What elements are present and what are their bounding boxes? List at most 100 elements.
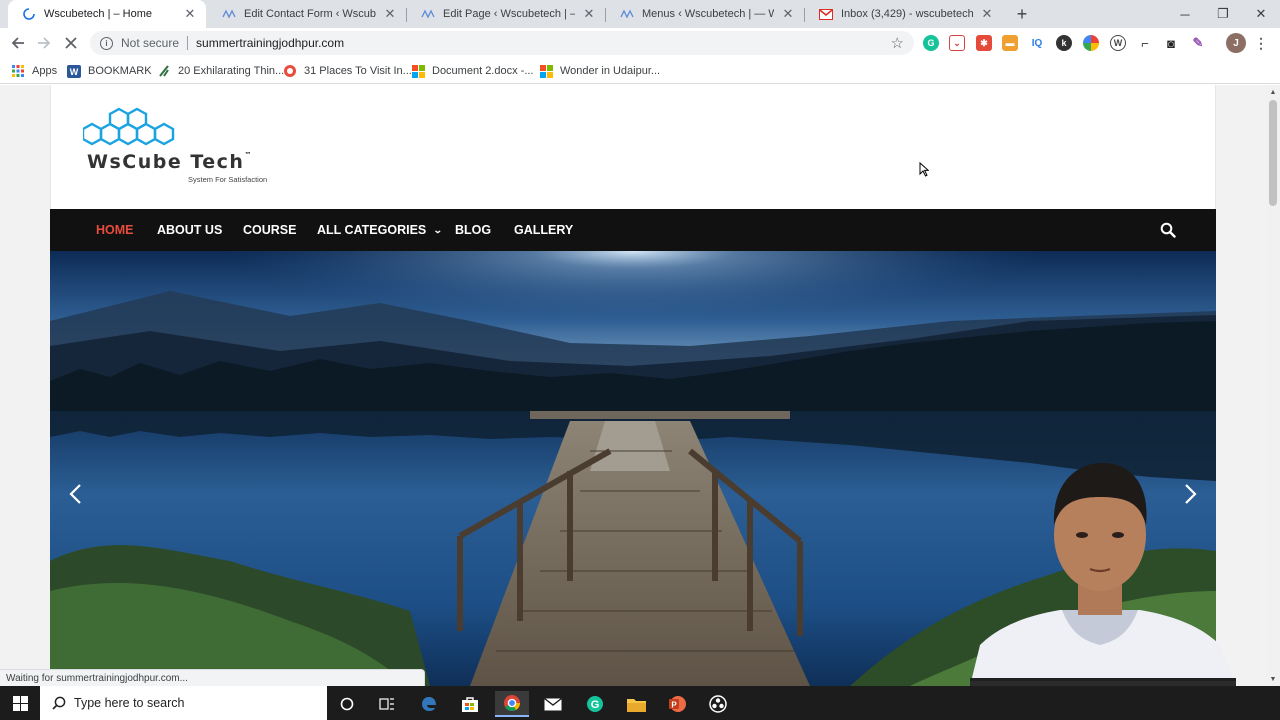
close-icon [65, 37, 77, 49]
obs-icon[interactable] [701, 691, 735, 717]
address-bar[interactable]: i Not secure summertrainingjodhpur.com ☆ [90, 31, 914, 55]
extension-icon[interactable]: ⌐ [1137, 35, 1153, 51]
close-icon[interactable]: ✕ [581, 6, 597, 22]
divider [187, 36, 189, 50]
tab-edit-page[interactable]: Edit Page ‹ Wscubetech | — Wor ✕ [407, 0, 605, 28]
tab-gmail-inbox[interactable]: Inbox (3,429) - wscubetech.seo@ ✕ [805, 0, 1003, 28]
status-bubble: Waiting for summertrainingjodhpur.com... [0, 669, 425, 686]
bookmark-31-places[interactable]: 31 Places To Visit In... [283, 62, 412, 80]
office-icon [411, 64, 425, 78]
avatar[interactable]: J [1226, 33, 1246, 53]
nav-gallery[interactable]: GALLERY [514, 209, 573, 251]
nav-blog[interactable]: BLOG [455, 209, 491, 251]
close-icon[interactable]: ✕ [382, 6, 398, 22]
grammarly-icon[interactable]: G [578, 691, 612, 717]
star-icon[interactable]: ☆ [891, 34, 904, 52]
site-header: WsCube Tech™ System For Satisfaction [50, 85, 1216, 209]
chevron-left-icon [69, 484, 81, 504]
color-picker-extension-icon[interactable] [1083, 35, 1099, 51]
nav-about-us[interactable]: ABOUT US [157, 209, 222, 251]
grammarly-extension-icon[interactable]: G [923, 35, 939, 51]
extension-icon[interactable]: k [1056, 35, 1072, 51]
bookmark-wonder-udaipur[interactable]: Wonder in Udaipur... [539, 62, 660, 80]
arrow-right-icon [38, 37, 51, 49]
more-vertical-icon[interactable]: ⋮ [1253, 35, 1269, 51]
pocket-extension-icon[interactable]: ⌄ [949, 35, 965, 51]
tab-wscubetech-home[interactable]: Wscubetech | – Home ✕ [8, 0, 206, 28]
nav-home[interactable]: HOME [96, 209, 134, 251]
arrow-left-icon [11, 37, 24, 49]
tab-title: Wscubetech | – Home [44, 8, 153, 20]
extension-icon[interactable]: ▬ [1002, 35, 1018, 51]
scrollbar-thumb[interactable] [1269, 100, 1277, 206]
store-icon[interactable] [453, 691, 487, 717]
close-icon[interactable]: ✕ [979, 6, 995, 22]
powerpoint-icon[interactable]: P [660, 691, 694, 717]
nav-all-categories[interactable]: ALL CATEGORIES ⌄ [317, 209, 443, 251]
search-icon[interactable] [1160, 222, 1176, 238]
word-icon: W [67, 64, 81, 78]
tab-title: Menus ‹ Wscubetech | — WordPr [642, 8, 774, 20]
bookmark-bookmark[interactable]: W BOOKMARK [67, 62, 152, 80]
stop-loading-button[interactable] [60, 32, 82, 54]
slider-prev-button[interactable] [65, 479, 85, 509]
tab-menus[interactable]: Menus ‹ Wscubetech | — WordPr ✕ [606, 0, 804, 28]
logo-wordmark: WsCube Tech™ [87, 151, 252, 173]
info-icon[interactable]: i [100, 36, 113, 50]
camera-icon[interactable]: ◙ [1163, 35, 1179, 51]
back-button[interactable] [7, 32, 29, 54]
forward-button[interactable] [33, 32, 55, 54]
edge-icon[interactable] [412, 691, 446, 717]
cortana-icon[interactable] [330, 691, 364, 717]
bookmark-label: Document 2.docx -... [432, 65, 534, 77]
wordpress-extension-icon[interactable]: W [1110, 35, 1126, 51]
taskbar-search[interactable]: Type here to search [40, 686, 327, 720]
security-label: Not secure [121, 36, 180, 50]
nav-course[interactable]: COURSE [243, 209, 296, 251]
search-placeholder: Type here to search [74, 696, 185, 710]
site-logo[interactable]: WsCube Tech™ System For Satisfaction [83, 107, 293, 187]
svg-text:P: P [671, 701, 677, 710]
chrome-icon[interactable] [495, 691, 529, 717]
tab-title: Edit Contact Form ‹ Wscubetech [244, 8, 376, 20]
bookmarks-bar: Apps W BOOKMARK 20 Exhilarating Thin... … [0, 58, 1280, 84]
bookmark-document-2[interactable]: Document 2.docx -... [411, 62, 534, 80]
restore-button[interactable]: ❐ [1204, 0, 1242, 28]
bookmark-exhilarating[interactable]: 20 Exhilarating Thin... [157, 62, 284, 80]
extension-icon[interactable]: ✱ [976, 35, 992, 51]
close-icon[interactable]: ✕ [780, 6, 796, 22]
bookmark-label: Apps [32, 65, 58, 77]
svg-text:W: W [70, 67, 79, 77]
bookmark-label: BOOKMARK [88, 65, 152, 77]
office-icon [539, 64, 553, 78]
search-icon [52, 696, 66, 710]
browser-tab-strip: Wscubetech | – Home ✕ Edit Contact Form … [0, 0, 1280, 28]
iq-extension-icon[interactable]: IQ [1029, 35, 1045, 51]
wordpress-icon [421, 7, 435, 21]
close-window-button[interactable]: ✕ [1242, 0, 1280, 28]
mouse-cursor-icon [919, 162, 929, 177]
file-explorer-icon[interactable] [619, 691, 653, 717]
loading-spinner-icon [22, 7, 36, 21]
close-icon[interactable]: ✕ [182, 6, 198, 22]
scroll-down-icon[interactable]: ▼ [1269, 675, 1277, 683]
new-tab-button[interactable]: + [1012, 4, 1032, 24]
nav-label: ALL CATEGORIES [317, 223, 427, 237]
scroll-up-icon[interactable]: ▲ [1269, 88, 1277, 96]
bookmark-apps[interactable]: Apps [11, 62, 57, 80]
start-button[interactable] [0, 686, 40, 720]
main-navigation: HOME ABOUT US COURSE ALL CATEGORIES ⌄ BL… [50, 209, 1216, 251]
minimize-button[interactable]: ─ [1166, 0, 1204, 28]
bookmark-site-icon [283, 64, 297, 78]
browser-toolbar: i Not secure summertrainingjodhpur.com ☆… [0, 28, 1280, 58]
url-text[interactable]: summertrainingjodhpur.com [196, 36, 344, 50]
logo-tagline: System For Satisfaction [188, 175, 268, 184]
pen-extension-icon[interactable]: ✎ [1190, 35, 1206, 51]
chevron-down-icon: ⌄ [433, 224, 443, 235]
tab-edit-contact-form[interactable]: Edit Contact Form ‹ Wscubetech ✕ [208, 0, 406, 28]
page-scrollbar[interactable]: ▲ ▼ [1266, 85, 1280, 686]
hexagon-logo-icon [83, 107, 175, 146]
task-view-icon[interactable] [370, 691, 404, 717]
wordpress-icon [620, 7, 634, 21]
mail-icon[interactable] [536, 691, 570, 717]
